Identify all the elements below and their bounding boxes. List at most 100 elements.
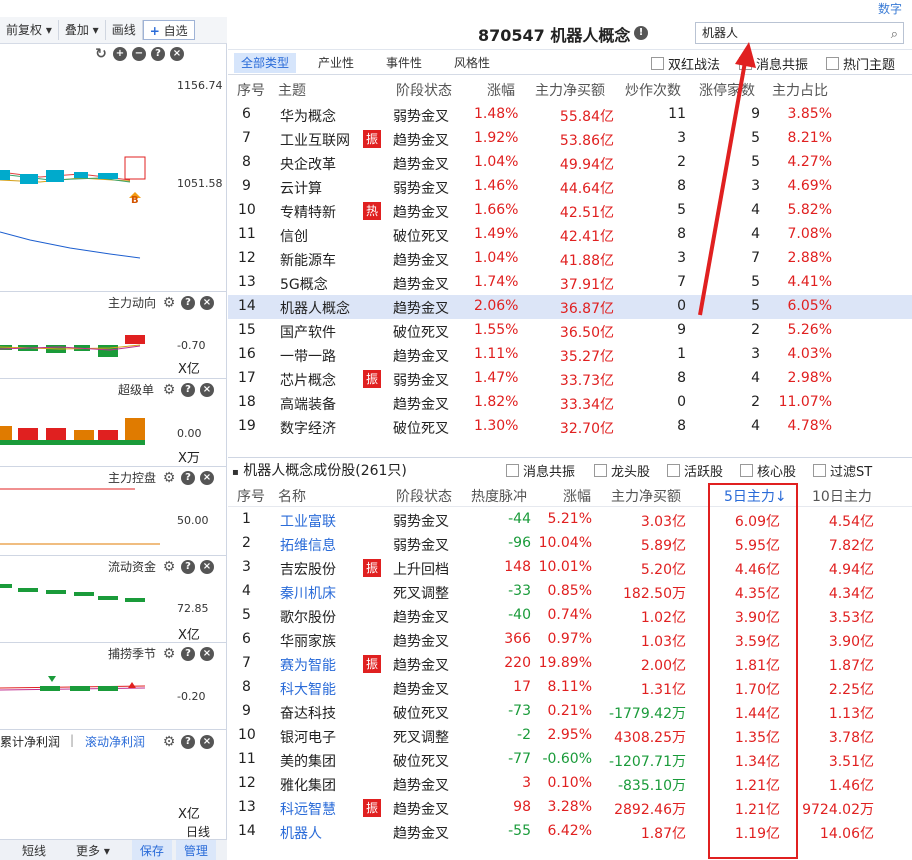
theme-name[interactable]: 信创 <box>280 226 308 246</box>
draw-line-button[interactable]: 画线 <box>106 20 143 40</box>
col-no[interactable]: 序号 <box>237 80 265 100</box>
table-row[interactable]: 9 奋达科技 破位死叉 -73 0.21% -1779.42万 1.44亿 1.13亿 <box>228 700 912 724</box>
theme-name[interactable]: 5G概念 <box>280 274 328 294</box>
checkbox[interactable] <box>740 464 753 477</box>
stock-name[interactable]: 奋达科技 <box>280 703 336 723</box>
watchlist-button[interactable]: + 自选 <box>142 20 195 40</box>
col-stage[interactable]: 阶段状态 <box>396 80 452 100</box>
table-row[interactable]: 10 专精特新 热趋势金叉 1.66% 42.51亿 5 4 5.82% <box>228 199 912 223</box>
more-dropdown[interactable]: 更多 ▾ <box>68 842 118 859</box>
gear-icon[interactable]: ⚙ <box>162 383 176 397</box>
col-pct[interactable]: 涨幅 <box>487 80 515 100</box>
theme-name[interactable]: 云计算 <box>280 178 322 198</box>
filter-double-red[interactable]: 双红战法 <box>651 54 720 73</box>
col-heat[interactable]: 热度脉冲 <box>471 486 527 506</box>
table-row[interactable]: 14 机器人概念 趋势金叉 2.06% 36.87亿 0 5 6.05% <box>228 295 912 319</box>
stock-name[interactable]: 美的集团 <box>280 751 336 771</box>
tab-rolling-profit[interactable]: 滚动净利润 <box>85 733 145 750</box>
table-row[interactable]: 13 科远智慧振趋势金叉 98 3.28% 2892.46万 1.21亿 9724.02万 <box>228 796 912 820</box>
stock-name[interactable]: 秦川机床 <box>280 583 336 603</box>
col-limit[interactable]: 涨停家数 <box>699 80 755 100</box>
tab-event[interactable]: 事件性 <box>376 53 432 73</box>
stock-name[interactable]: 机器人 <box>280 823 322 843</box>
table-row[interactable]: 13 5G概念 趋势金叉 1.74% 37.91亿 7 5 4.41% <box>228 271 912 295</box>
manage-button[interactable]: 管理 <box>175 839 216 860</box>
theme-name[interactable]: 专精特新 <box>280 202 336 222</box>
stock-name[interactable]: 工业富联 <box>280 511 336 531</box>
stock-name[interactable]: 雅化集团 <box>280 775 336 795</box>
col-no[interactable]: 序号 <box>237 486 265 506</box>
filter-active[interactable]: 活跃股 <box>667 461 723 480</box>
col-name[interactable]: 名称 <box>278 486 306 506</box>
table-row[interactable]: 11 信创 破位死叉 1.49% 42.41亿 8 4 7.08% <box>228 223 912 247</box>
period-label[interactable]: 日线 <box>186 823 210 840</box>
col-theme[interactable]: 主题 <box>278 80 306 100</box>
table-row[interactable]: 19 数字经济 破位死叉 1.30% 32.70亿 8 4 4.78% <box>228 415 912 439</box>
theme-name[interactable]: 高端装备 <box>280 394 336 414</box>
stock-name[interactable]: 科大智能 <box>280 679 336 699</box>
search-input[interactable]: 机器人 ⌕ <box>695 22 904 44</box>
checkbox[interactable] <box>594 464 607 477</box>
overlay-dropdown[interactable]: 叠加 ▾ <box>59 20 106 40</box>
digits-label[interactable]: 数字 <box>878 0 902 17</box>
gear-icon[interactable]: ⚙ <box>162 560 176 574</box>
save-button[interactable]: 保存 <box>131 839 172 860</box>
stock-name[interactable]: 银河电子 <box>280 727 336 747</box>
filter-st[interactable]: 过滤ST <box>813 461 872 480</box>
help-icon[interactable]: ? <box>181 647 195 661</box>
filter-news[interactable]: 消息共振 <box>506 461 575 480</box>
table-row[interactable]: 8 央企改革 趋势金叉 1.04% 49.94亿 2 5 4.27% <box>228 151 912 175</box>
table-row[interactable]: 12 新能源车 趋势金叉 1.04% 41.88亿 3 7 2.88% <box>228 247 912 271</box>
close-icon[interactable]: × <box>200 471 214 485</box>
theme-name[interactable]: 央企改革 <box>280 154 336 174</box>
gear-icon[interactable]: ⚙ <box>162 735 176 749</box>
checkbox[interactable] <box>667 464 680 477</box>
table-row[interactable]: 5 歌尔股份 趋势金叉 -40 0.74% 1.02亿 3.90亿 3.53亿 <box>228 604 912 628</box>
theme-name[interactable]: 数字经济 <box>280 418 336 438</box>
info-icon[interactable]: ! <box>634 26 648 40</box>
table-row[interactable]: 6 华丽家族 趋势金叉 366 0.97% 1.03亿 3.59亿 3.90亿 <box>228 628 912 652</box>
stock-name[interactable]: 赛为智能 <box>280 655 336 675</box>
help-icon[interactable]: ? <box>181 296 195 310</box>
col-times[interactable]: 炒作次数 <box>625 80 681 100</box>
close-icon[interactable]: × <box>200 735 214 749</box>
filter-news-resonance[interactable]: 消息共振 <box>739 54 808 73</box>
col-pct[interactable]: 涨幅 <box>563 486 591 506</box>
zoom-in-icon[interactable]: + <box>113 47 127 61</box>
checkbox[interactable] <box>651 57 664 70</box>
refresh-icon[interactable]: ↻ <box>94 47 108 61</box>
table-row[interactable]: 14 机器人 趋势金叉 -55 6.42% 1.87亿 1.19亿 14.06亿 <box>228 820 912 844</box>
close-icon[interactable]: × <box>200 647 214 661</box>
theme-name[interactable]: 华为概念 <box>280 106 336 126</box>
close-icon[interactable]: × <box>200 383 214 397</box>
col-stage[interactable]: 阶段状态 <box>396 486 452 506</box>
zoom-out-icon[interactable]: − <box>132 47 146 61</box>
gear-icon[interactable]: ⚙ <box>162 296 176 310</box>
stock-name[interactable]: 拓维信息 <box>280 535 336 555</box>
table-row[interactable]: 11 美的集团 破位死叉 -77 -0.60% -1207.71万 1.34亿 3.51亿 <box>228 748 912 772</box>
table-row[interactable]: 3 吉宏股份振上升回档 148 10.01% 5.20亿 4.46亿 4.94亿 <box>228 556 912 580</box>
col-net[interactable]: 主力净买额 <box>611 486 681 506</box>
table-row[interactable]: 12 雅化集团 趋势金叉 3 0.10% -835.10万 1.21亿 1.46亿 <box>228 772 912 796</box>
table-row[interactable]: 9 云计算 弱势金叉 1.46% 44.64亿 8 3 4.69% <box>228 175 912 199</box>
table-row[interactable]: 8 科大智能 趋势金叉 17 8.11% 1.31亿 1.70亿 2.25亿 <box>228 676 912 700</box>
theme-name[interactable]: 国产软件 <box>280 322 336 342</box>
theme-name[interactable]: 一带一路 <box>280 346 336 366</box>
table-row[interactable]: 17 芯片概念 振弱势金叉 1.47% 33.73亿 8 4 2.98% <box>228 367 912 391</box>
close-icon[interactable]: × <box>170 47 184 61</box>
stock-name[interactable]: 华丽家族 <box>280 631 336 651</box>
tab-style[interactable]: 风格性 <box>444 53 500 73</box>
help-icon[interactable]: ? <box>181 471 195 485</box>
col-10day-main[interactable]: 10日主力 <box>812 486 872 506</box>
help-icon[interactable]: ? <box>181 735 195 749</box>
theme-name[interactable]: 芯片概念 <box>280 370 336 390</box>
table-row[interactable]: 18 高端装备 趋势金叉 1.82% 33.34亿 0 2 11.07% <box>228 391 912 415</box>
help-icon[interactable]: ? <box>181 383 195 397</box>
table-row[interactable]: 1 工业富联 弱势金叉 -44 5.21% 3.03亿 6.09亿 4.54亿 <box>228 508 912 532</box>
short-term-button[interactable]: 短线 <box>14 842 54 859</box>
filter-core[interactable]: 核心股 <box>740 461 796 480</box>
table-row[interactable]: 2 拓维信息 弱势金叉 -96 10.04% 5.89亿 5.95亿 7.82亿 <box>228 532 912 556</box>
filter-leader[interactable]: 龙头股 <box>594 461 650 480</box>
tab-industry[interactable]: 产业性 <box>308 53 364 73</box>
theme-name[interactable]: 新能源车 <box>280 250 336 270</box>
